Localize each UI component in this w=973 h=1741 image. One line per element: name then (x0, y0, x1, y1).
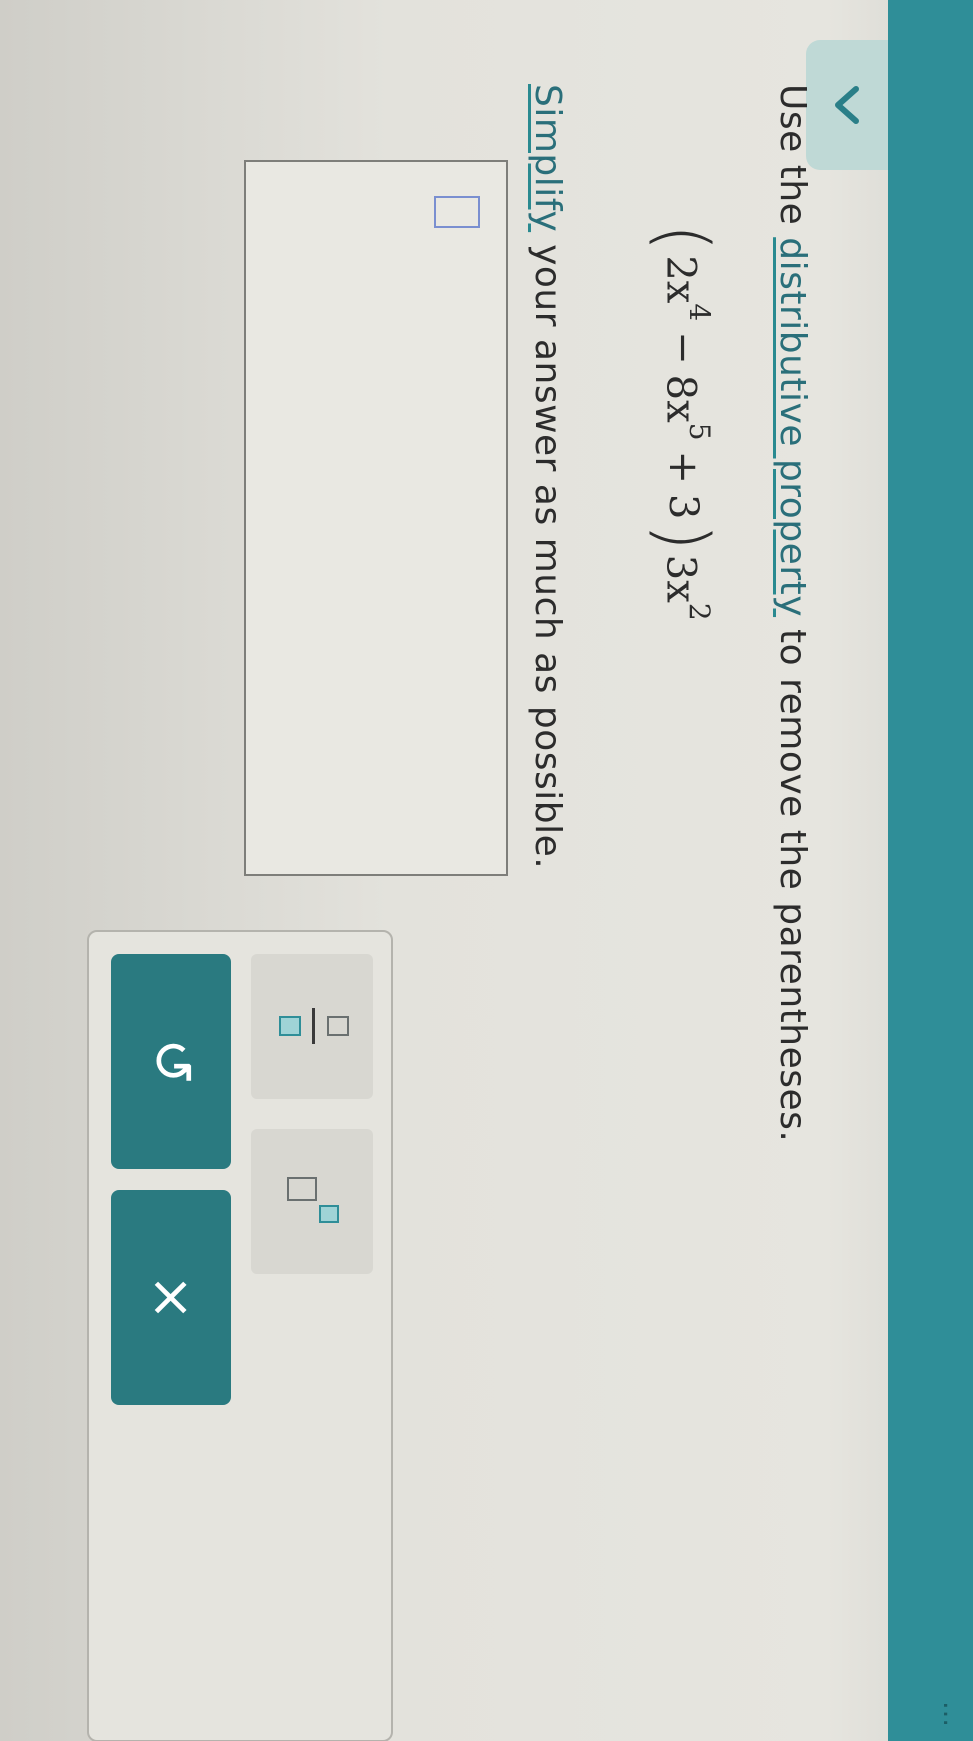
prompt-suffix: to remove the parentheses. (772, 617, 813, 1143)
math-keypad: ↺ × (87, 930, 393, 1741)
multiplier-exponent: 2 (683, 602, 717, 621)
clear-button[interactable]: × (111, 1190, 231, 1405)
term-1-exponent: 4 (683, 303, 717, 322)
question-prompt: Use the distributive property to remove … (772, 84, 813, 1142)
undo-icon: ↺ (139, 1038, 204, 1085)
top-banner: … (888, 0, 973, 1741)
distributive-property-link[interactable]: distributive property (772, 237, 813, 617)
screen: … Use the distributive property to remov… (0, 0, 973, 1741)
fraction-key[interactable] (251, 954, 373, 1099)
term-3: 3 (660, 494, 706, 520)
exponent-key[interactable] (251, 1129, 373, 1274)
math-expression: ( 2x4 − 8x5 + 3 ) 3x2 (642, 220, 724, 621)
fraction-template-icon (275, 1008, 349, 1044)
answer-cursor-slot[interactable] (434, 196, 480, 228)
close-icon: × (139, 1274, 204, 1321)
term-2: 8x5 (657, 374, 717, 441)
chevron-down-icon (835, 86, 859, 124)
simplify-instruction: Simplify your answer as much as possible… (527, 84, 568, 869)
term-1: 2x4 (657, 255, 717, 322)
term-2-exponent: 5 (683, 422, 717, 441)
plus-operator: + (660, 450, 706, 485)
answer-input[interactable] (244, 160, 508, 876)
exponent-template-icon (283, 1177, 343, 1227)
open-paren: ( (642, 224, 724, 252)
close-paren: ) (642, 523, 724, 551)
banner-partial-text: … (937, 1701, 967, 1727)
simplify-link[interactable]: Simplify (527, 84, 568, 232)
collapse-toggle-button[interactable] (806, 40, 888, 170)
multiplier: 3x2 (657, 554, 717, 621)
undo-button[interactable]: ↺ (111, 954, 231, 1169)
question-panel: … Use the distributive property to remov… (0, 0, 973, 1741)
minus-operator: − (660, 331, 706, 365)
prompt-prefix: Use the (772, 84, 813, 238)
instruction-suffix: your answer as much as possible. (527, 232, 568, 870)
